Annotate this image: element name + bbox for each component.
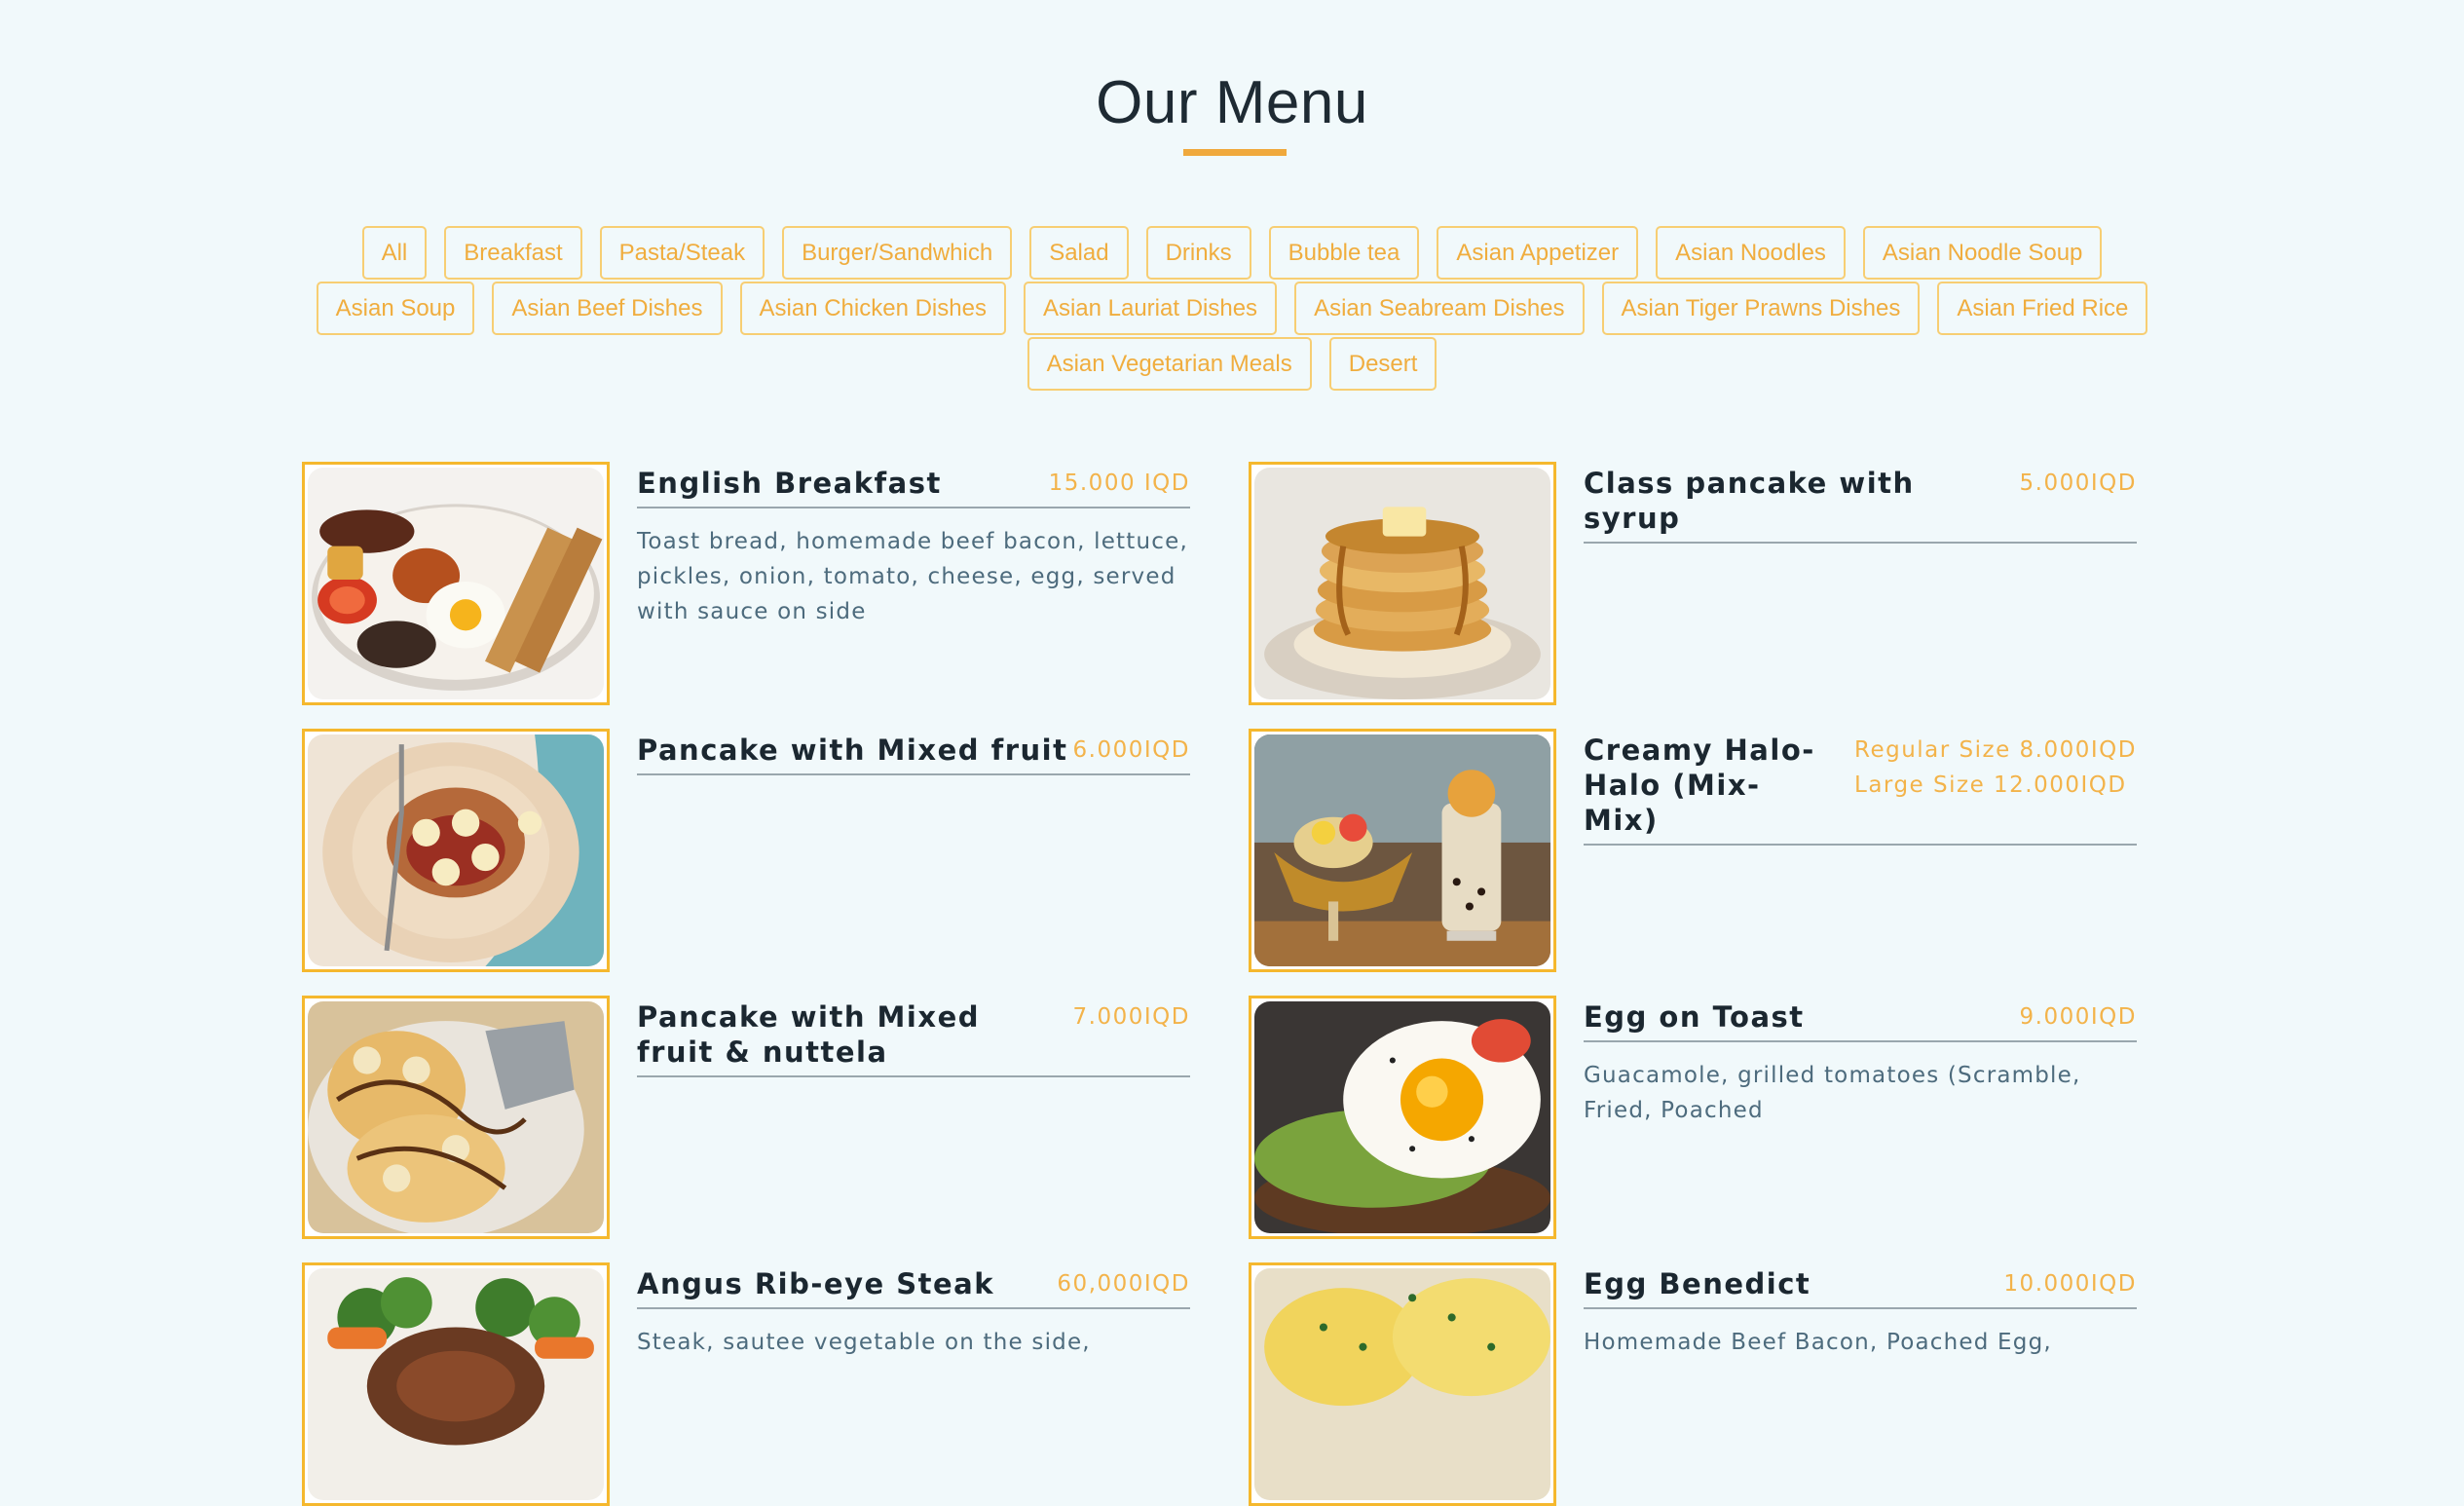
item-name: English Breakfast — [637, 467, 942, 500]
item-description: Toast bread, homemade beef bacon, lettuc… — [637, 529, 1188, 624]
english-breakfast-photo — [302, 462, 610, 705]
item-name: Pancake with Mixed fruit — [637, 734, 1068, 767]
pancake-nutella-photo — [302, 996, 610, 1239]
item-price: 5.000IQD — [2019, 471, 2137, 496]
item-description: Guacamole, grilled tomatoes (Scramble, F… — [1584, 1063, 2081, 1123]
item-name: Angus Rib-eye Steak — [637, 1267, 995, 1300]
menu-item[interactable]: Angus Rib-eye Steak 60,000IQD Steak, sau… — [302, 1262, 1190, 1506]
filter-asian-noodles-button[interactable]: Asian Noodles — [1656, 226, 1846, 280]
category-filter-bar: All Breakfast Pasta/Steak Burger/Sandwhi… — [287, 226, 2177, 391]
filter-asian-soup-button[interactable]: Asian Soup — [316, 282, 475, 335]
page-title: Our Menu — [1096, 69, 1368, 136]
filter-desert-button[interactable]: Desert — [1328, 337, 1437, 391]
filter-asian-appetizer-button[interactable]: Asian Appetizer — [1437, 226, 1639, 280]
item-description: Homemade Beef Bacon, Poached Egg, — [1584, 1330, 2052, 1355]
filter-breakfast-button[interactable]: Breakfast — [444, 226, 582, 280]
item-price-sizes: Regular Size 8.000IQD Large Size 12.000I… — [1854, 733, 2137, 803]
halo-halo-photo — [1249, 729, 1556, 972]
item-price: 6.000IQD — [1072, 737, 1190, 763]
menu-item[interactable]: Egg on Toast 9.000IQD Guacamole, grilled… — [1249, 996, 2137, 1239]
filter-asian-chicken-dishes-button[interactable]: Asian Chicken Dishes — [739, 282, 1006, 335]
filter-asian-seabream-dishes-button[interactable]: Asian Seabream Dishes — [1294, 282, 1585, 335]
item-price: 7.000IQD — [1072, 1004, 1190, 1030]
filter-asian-vegetarian-meals-button[interactable]: Asian Vegetarian Meals — [1027, 337, 1312, 391]
filter-asian-tiger-prawns-dishes-button[interactable]: Asian Tiger Prawns Dishes — [1601, 282, 1921, 335]
menu-item[interactable]: Creamy Halo-Halo (Mix-Mix) Regular Size … — [1249, 729, 2137, 972]
filter-asian-noodle-soup-button[interactable]: Asian Noodle Soup — [1862, 226, 2103, 280]
filter-burger-sandwich-button[interactable]: Burger/Sandwhich — [782, 226, 1013, 280]
steak-photo — [302, 1262, 610, 1506]
filter-all-button[interactable]: All — [361, 226, 428, 280]
egg-toast-photo — [1249, 996, 1556, 1239]
item-name: Class pancake with syrup — [1584, 467, 1915, 535]
egg-benedict-photo — [1249, 1262, 1556, 1506]
pancake-fruit-photo — [302, 729, 610, 972]
menu-item[interactable]: Pancake with Mixed fruit & nuttela 7.000… — [302, 996, 1190, 1239]
item-description: Steak, sautee vegetable on the side, — [637, 1330, 1091, 1355]
item-name: Pancake with Mixed fruit & nuttela — [637, 1000, 980, 1069]
menu-grid: English Breakfast 15.000 IQD Toast bread… — [302, 462, 2152, 1506]
item-price: 10.000IQD — [2003, 1271, 2137, 1297]
item-price-large: Large Size 12.000IQD — [1854, 772, 2127, 798]
item-price-regular: Regular Size 8.000IQD — [1854, 737, 2137, 763]
item-price: 60,000IQD — [1057, 1271, 1190, 1297]
filter-bubble-tea-button[interactable]: Bubble tea — [1268, 226, 1420, 280]
filter-asian-fried-rice-button[interactable]: Asian Fried Rice — [1937, 282, 2148, 335]
filter-asian-beef-dishes-button[interactable]: Asian Beef Dishes — [492, 282, 723, 335]
pancake-syrup-photo — [1249, 462, 1556, 705]
item-price: 15.000 IQD — [1048, 471, 1190, 496]
menu-item[interactable]: Pancake with Mixed fruit 6.000IQD — [302, 729, 1190, 972]
filter-pasta-steak-button[interactable]: Pasta/Steak — [599, 226, 765, 280]
title-underline — [1183, 149, 1287, 156]
menu-item[interactable]: English Breakfast 15.000 IQD Toast bread… — [302, 462, 1190, 705]
item-name: Egg on Toast — [1584, 1000, 1805, 1034]
filter-salad-button[interactable]: Salad — [1029, 226, 1129, 280]
item-name: Creamy Halo-Halo (Mix-Mix) — [1584, 734, 1815, 837]
item-price: 9.000IQD — [2019, 1004, 2137, 1030]
menu-item[interactable]: Class pancake with syrup 5.000IQD — [1249, 462, 2137, 705]
item-name: Egg Benedict — [1584, 1267, 1811, 1300]
menu-item[interactable]: Egg Benedict 10.000IQD Homemade Beef Bac… — [1249, 1262, 2137, 1506]
filter-drinks-button[interactable]: Drinks — [1145, 226, 1251, 280]
filter-asian-lauriat-dishes-button[interactable]: Asian Lauriat Dishes — [1023, 282, 1278, 335]
